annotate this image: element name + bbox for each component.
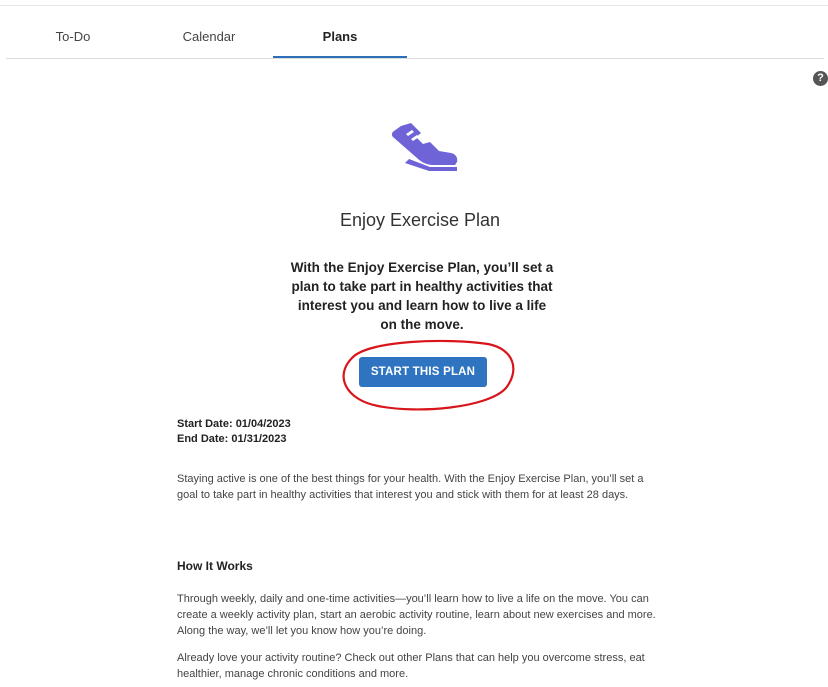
end-date-row: End Date: 01/31/2023: [177, 432, 291, 447]
plan-intro: With the Enjoy Exercise Plan, you’ll set…: [290, 260, 554, 332]
end-date-value: 01/31/2023: [231, 433, 287, 445]
tab-calendar[interactable]: Calendar: [142, 18, 276, 56]
start-date-value: 01/04/2023: [235, 418, 291, 430]
start-date-label: Start Date:: [177, 418, 233, 430]
how-it-works-text: Through weekly, daily and one-time activ…: [177, 593, 656, 637]
start-date-row: Start Date: 01/04/2023: [177, 417, 291, 432]
question-circle-icon[interactable]: ?: [813, 71, 828, 86]
tab-todo[interactable]: To-Do: [6, 18, 140, 56]
end-date-label: End Date:: [177, 433, 229, 445]
start-plan-button[interactable]: START THIS PLAN: [359, 357, 487, 387]
tab-bar: To-Do Calendar Plans: [6, 18, 824, 59]
top-divider: [0, 5, 828, 6]
plan-title: Enjoy Exercise Plan: [339, 210, 501, 230]
how-it-works-heading: How It Works: [177, 559, 253, 573]
plan-description: Staying active is one of the best things…: [177, 473, 644, 501]
tab-plans[interactable]: Plans: [273, 18, 407, 58]
running-shoe-icon: [391, 123, 458, 171]
plan-dates: Start Date: 01/04/2023 End Date: 01/31/2…: [177, 417, 291, 447]
closing-text: Already love your activity routine? Chec…: [177, 652, 645, 680]
